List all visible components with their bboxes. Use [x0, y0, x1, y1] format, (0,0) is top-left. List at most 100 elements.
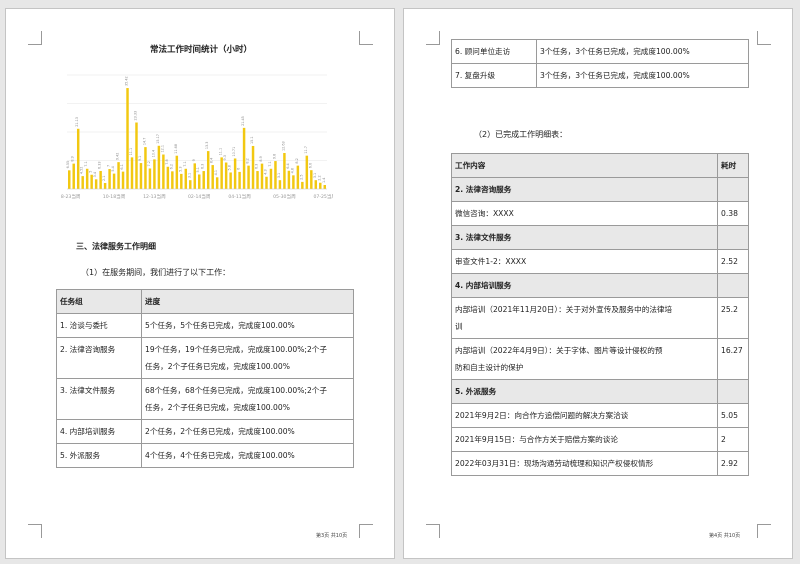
document-page-3: 常法工作时间统计（小时） 6.55 8.9 21.13 4.52 7.1 5 3.4 6.33…: [5, 8, 395, 559]
work-content-text: 审查文件1-2：XXXX: [455, 257, 527, 266]
bar-data-label: 5.8: [228, 165, 232, 170]
task-summary-table: 任务组 进度 1. 洽谈与委托 5个任务，5个任务已完成，完成度100.00% 2. 法…: [56, 289, 354, 468]
bar-data-label: 7.8: [165, 159, 169, 164]
bar-data-label: 5.3: [178, 166, 182, 171]
chart-bar: [198, 174, 201, 189]
hours-cell: 2.92: [717, 451, 749, 476]
hours-cell: [717, 225, 749, 250]
progress-cell: 2个任务，2个任务已完成，完成度100.00%: [141, 419, 354, 444]
work-content-text: 4. 内部培训服务: [455, 281, 512, 290]
hours-cell: 2: [717, 427, 749, 452]
chart-bar: [256, 171, 259, 189]
hours-cell: [717, 177, 749, 202]
crop-mark: [28, 524, 42, 538]
chart-bar: [265, 176, 268, 189]
bar-data-label: 23.33: [133, 111, 137, 121]
x-tick-label: 07-25当周: [313, 193, 333, 200]
work-content-cell: 审查文件1-2：XXXX: [451, 249, 718, 274]
table-row: 内部培训（2022年4月9日）：关于字体、图片等设计侵权的预 防和自主设计的保护 1…: [451, 338, 749, 380]
bar-data-label: 8.2: [246, 158, 250, 163]
bar-data-label: 11.1: [129, 148, 133, 156]
chart-bar: [103, 183, 107, 189]
crop-mark: [359, 524, 373, 538]
table-row: 2. 法律咨询服务 19个任务，19个任务已完成，完成度100.00%;2个子 任务…: [56, 337, 354, 379]
work-content-cell: 微信咨询：XXXX: [451, 201, 718, 226]
bar-data-label: 9.3: [223, 155, 227, 160]
progress-cell: 19个任务，19个任务已完成，完成度100.00%;2个子 任务，2个子任务已完成…: [141, 337, 354, 379]
table-header-cell: 工作内容: [451, 153, 718, 178]
bar-data-label: 9.8: [272, 154, 276, 159]
task-group-cell: 7. 复盘升级: [451, 63, 537, 88]
bar-data-label: 15.17: [156, 134, 160, 144]
work-content-cell: 4. 内部培训服务: [451, 273, 718, 298]
bar-data-label: 8.9: [71, 156, 75, 161]
crop-mark: [757, 524, 771, 538]
bar-data-label: 9: [192, 159, 196, 161]
section-row: 4. 内部培训服务: [451, 273, 749, 298]
table-row: 2021年9月2日：向合作方追偿问题的解决方案洽谈 5.05: [451, 403, 749, 428]
work-content-cell: 内部培训（2021年11月20日）：关于对外宣传及服务中的法律培训: [451, 297, 718, 339]
hours-cell: 0.38: [717, 201, 749, 226]
chart-bar: [130, 157, 134, 189]
bar-data-label: 6.3: [201, 164, 205, 169]
bar-data-label: 1.4: [322, 178, 326, 183]
bar-data-label: 21.13: [75, 117, 79, 127]
bar-data-label: 11.7: [304, 146, 308, 154]
chart-bar: [76, 128, 80, 189]
bar-data-label: 8.2: [295, 158, 299, 163]
progress-cell: 68个任务，68个任务已完成，完成度100.00%;2个子 任务，2个子任务已完成…: [141, 378, 354, 420]
chart-bar: [144, 147, 147, 189]
chart-bar: [238, 171, 241, 189]
document-page-4: 6. 顾问单位走访 3个任务，3个任务已完成，完成度100.00% 7. 复盘升级 3…: [403, 8, 793, 559]
table-row: 6. 顾问单位走访 3个任务，3个任务已完成，完成度100.00%: [451, 39, 749, 64]
intro-paragraph: （1）在服务期间，我们进行了以下工作：: [81, 268, 231, 277]
bar-data-label: 10.4: [151, 150, 155, 158]
progress-text: 19个任务，19个任务已完成，完成度100.00%;2个子: [145, 345, 327, 354]
chart-bar: [68, 170, 71, 189]
progress-cell: 4个任务，4个任务已完成，完成度100.00%: [141, 443, 354, 468]
bar-data-label: 3.1: [187, 173, 191, 178]
progress-text: 5个任务，5个任务已完成，完成度100.00%: [145, 321, 295, 330]
page-footer: 第4页 共10页: [709, 533, 741, 539]
x-tick-label: 12-13当周: [143, 193, 166, 200]
bar-data-label: 12.63: [281, 141, 285, 151]
table-row: 7. 复盘升级 3个任务，3个任务已完成，完成度100.00%: [451, 63, 749, 88]
bar-data-label: 2.1: [102, 176, 106, 181]
bar-data-label: 4.8: [290, 168, 294, 173]
table-row: 1. 洽谈与委托 5个任务，5个任务已完成，完成度100.00%: [56, 313, 354, 338]
table-row: 5. 外派服务 4个任务，4个任务已完成，完成度100.00%: [56, 443, 354, 468]
work-content-text: 内部培训（2022年4月9日）：关于字体、图片等设计侵权的预: [455, 346, 663, 355]
chart-bar: [202, 171, 205, 189]
hours-cell: 16.27: [717, 338, 749, 380]
bar-data-label: 5.4: [111, 166, 115, 171]
progress-cell: 3个任务，3个任务已完成，完成度100.00%: [536, 39, 749, 64]
task-group-cell: 6. 顾问单位走访: [451, 39, 537, 64]
work-content-text: 2021年9月15日：与合作方关于赔偿方案的谈论: [455, 435, 618, 444]
work-content-cell: 内部培训（2022年4月9日）：关于字体、图片等设计侵权的预 防和自主设计的保护: [451, 338, 718, 380]
chart-bar: [112, 173, 116, 189]
hours-cell: 5.05: [717, 403, 749, 428]
work-content-cell: 2022年03月31日：现场沟通劳动梳理和知识产权侵权情形: [451, 451, 718, 476]
chart-bar: [139, 163, 143, 189]
work-content-text: 防和自主设计的保护: [455, 363, 524, 372]
work-content-text: 2. 法律咨询服务: [455, 185, 512, 194]
progress-text: 2个任务，2个任务已完成，完成度100.00%: [145, 427, 295, 436]
bar-data-label: 6.2: [169, 164, 173, 169]
bar-data-label: 6.4: [286, 163, 290, 168]
work-content-text: 内部培训（2021年11月20日）：关于对外宣传及服务中的法律培: [455, 305, 673, 314]
chart-bar: [121, 171, 125, 189]
bar-data-label: 4.52: [80, 167, 84, 175]
chart-bar: [247, 165, 250, 189]
bar-data-label: 10.71: [232, 147, 236, 157]
x-tick-label: 05-30当周: [273, 193, 296, 200]
table-row: 微信咨询：XXXX 0.38: [451, 201, 749, 226]
section-row: 3. 法律文件服务: [451, 225, 749, 250]
bar-data-label: 6.33: [98, 161, 102, 169]
chart-bar: [283, 153, 286, 189]
chart-bar: [323, 185, 326, 189]
table-row: 2022年03月31日：现场沟通劳动梳理和知识产权侵权情形 2.92: [451, 451, 749, 476]
chart-bar: [260, 163, 264, 189]
x-tick-label: 02-14当周: [188, 193, 211, 200]
work-content-cell: 2. 法律咨询服务: [451, 177, 718, 202]
bar-data-label: 4.3: [263, 169, 267, 174]
